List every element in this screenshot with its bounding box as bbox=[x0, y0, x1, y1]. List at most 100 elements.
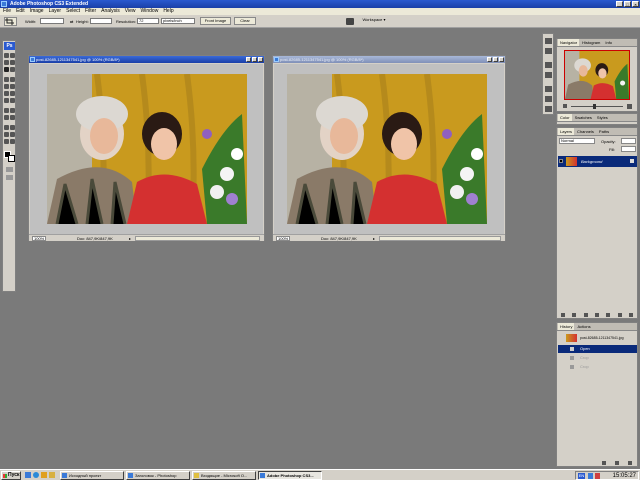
menu-image[interactable]: Image bbox=[30, 8, 44, 15]
tool-presets-panel-icon[interactable] bbox=[545, 106, 552, 112]
minimize-icon[interactable]: _ bbox=[616, 1, 623, 7]
quick-launch-desktop-icon[interactable] bbox=[25, 472, 31, 478]
zoom-tool-icon[interactable] bbox=[10, 139, 15, 144]
start-button[interactable]: Пуск bbox=[1, 471, 21, 480]
status-menu-arrow-icon[interactable]: ▸ bbox=[129, 235, 131, 242]
menu-select[interactable]: Select bbox=[66, 8, 80, 15]
history-item-crop-2[interactable]: Crop bbox=[558, 363, 637, 371]
front-image-button[interactable]: Front Image bbox=[200, 17, 231, 25]
3d-orbit-tool-icon[interactable] bbox=[10, 125, 15, 130]
document-window-2[interactable]: post-82685-1211347541.jpg @ 100% (RGB/8*… bbox=[272, 55, 506, 241]
quick-launch-explorer-icon[interactable] bbox=[49, 472, 55, 478]
blend-mode-select[interactable]: Normal bbox=[559, 138, 595, 144]
zoom-level-field[interactable]: 100% bbox=[276, 236, 290, 241]
adjustment-layer-icon[interactable] bbox=[594, 312, 599, 317]
quick-launch-ie-icon[interactable] bbox=[33, 472, 39, 478]
tab-paths[interactable]: Paths bbox=[596, 128, 612, 135]
history-snapshot-row[interactable]: post-82685-1211347541.jpg bbox=[558, 333, 637, 343]
status-menu-arrow-icon[interactable]: ▸ bbox=[373, 235, 375, 242]
tab-histogram[interactable]: Histogram bbox=[580, 39, 603, 46]
menu-edit[interactable]: Edit bbox=[16, 8, 25, 15]
width-input[interactable] bbox=[40, 18, 64, 24]
opacity-input[interactable] bbox=[621, 138, 636, 144]
tab-history[interactable]: History bbox=[558, 323, 575, 330]
height-input[interactable] bbox=[90, 18, 112, 24]
tab-layers[interactable]: Layers bbox=[558, 128, 575, 135]
new-layer-icon[interactable] bbox=[617, 312, 622, 317]
tray-icon[interactable] bbox=[588, 473, 593, 479]
resolution-input[interactable]: 72 bbox=[137, 18, 159, 24]
close-icon[interactable] bbox=[499, 57, 504, 62]
language-indicator[interactable]: EN bbox=[578, 473, 585, 479]
tab-color[interactable]: Color bbox=[558, 114, 572, 121]
dodge-tool-icon[interactable] bbox=[10, 98, 15, 103]
path-selection-tool-icon[interactable] bbox=[4, 115, 9, 120]
history-item-crop-1[interactable]: Crop bbox=[558, 354, 637, 362]
eye-icon[interactable] bbox=[559, 159, 563, 163]
taskbar-task-4[interactable]: Adobe Photoshop CS3... bbox=[258, 471, 322, 480]
taskbar-task-1[interactable]: Исходный проект bbox=[60, 471, 124, 480]
photo-image[interactable] bbox=[47, 74, 247, 224]
maximize-icon[interactable] bbox=[493, 57, 498, 62]
menu-filter[interactable]: Filter bbox=[85, 8, 96, 15]
quick-mask-icon[interactable] bbox=[6, 167, 13, 172]
taskbar-task-2[interactable]: Заголовок - Photoshop bbox=[126, 471, 190, 480]
minimize-icon[interactable] bbox=[487, 57, 492, 62]
photo-image[interactable] bbox=[287, 74, 487, 224]
document-titlebar[interactable]: post-82685-1211347541.jpg @ 100% (RGB/8*… bbox=[273, 56, 505, 63]
fill-input[interactable] bbox=[621, 146, 636, 152]
horizontal-scrollbar[interactable] bbox=[135, 236, 260, 241]
clone-source-panel-icon[interactable] bbox=[545, 72, 552, 78]
clone-stamp-tool-icon[interactable] bbox=[4, 84, 9, 89]
navigator-thumbnail[interactable] bbox=[564, 50, 630, 100]
new-group-icon[interactable] bbox=[606, 312, 611, 317]
layer-mask-icon[interactable] bbox=[583, 312, 588, 317]
delete-state-icon[interactable] bbox=[628, 460, 633, 465]
zoom-in-icon[interactable] bbox=[627, 104, 632, 109]
resolution-unit-select[interactable]: pixels/inch bbox=[161, 18, 195, 24]
zoom-level-field[interactable]: 100% bbox=[32, 236, 46, 241]
layer-row-background[interactable]: Background bbox=[558, 156, 637, 167]
blur-tool-icon[interactable] bbox=[4, 98, 9, 103]
horizontal-scrollbar[interactable] bbox=[379, 236, 501, 241]
history-item-open[interactable]: Open bbox=[558, 345, 637, 353]
taskbar-task-3[interactable]: Входящие - Microsoft O... bbox=[192, 471, 256, 480]
new-document-from-state-icon[interactable] bbox=[601, 460, 606, 465]
3d-rotate-tool-icon[interactable] bbox=[4, 125, 9, 130]
actions-panel-icon[interactable] bbox=[545, 48, 552, 54]
tab-swatches[interactable]: Swatches bbox=[572, 114, 594, 121]
background-color-swatch[interactable] bbox=[8, 155, 15, 162]
maximize-icon[interactable] bbox=[252, 57, 257, 62]
brushes-panel-icon[interactable] bbox=[545, 62, 552, 68]
new-snapshot-icon[interactable] bbox=[614, 460, 619, 465]
hand-tool-icon[interactable] bbox=[4, 139, 9, 144]
minimize-icon[interactable] bbox=[246, 57, 251, 62]
workspace-icon[interactable] bbox=[346, 18, 354, 25]
tray-icon[interactable] bbox=[595, 473, 600, 479]
quick-launch-media-icon[interactable] bbox=[41, 472, 47, 478]
document-canvas[interactable] bbox=[30, 64, 263, 234]
screen-mode-icon[interactable] bbox=[6, 175, 13, 180]
tab-actions[interactable]: Actions bbox=[575, 323, 593, 330]
zoom-out-icon[interactable] bbox=[563, 104, 567, 108]
paragraph-panel-icon[interactable] bbox=[545, 96, 552, 102]
notes-tool-icon[interactable] bbox=[4, 132, 9, 137]
gradient-tool-icon[interactable] bbox=[10, 91, 15, 96]
maximize-icon[interactable]: □ bbox=[624, 1, 631, 7]
navigator-zoom-slider[interactable] bbox=[563, 104, 633, 109]
tab-info[interactable]: Info bbox=[603, 39, 615, 46]
magic-wand-tool-icon[interactable] bbox=[10, 60, 15, 65]
menu-help[interactable]: Help bbox=[163, 8, 173, 15]
menu-analysis[interactable]: Analysis bbox=[101, 8, 120, 15]
tab-navigator[interactable]: Navigator bbox=[558, 39, 580, 46]
move-tool-icon[interactable] bbox=[4, 53, 9, 58]
tab-styles[interactable]: Styles bbox=[594, 114, 610, 121]
pen-tool-icon[interactable] bbox=[4, 108, 9, 113]
slice-tool-icon[interactable] bbox=[10, 67, 15, 72]
workspace-button[interactable]: Workspace ▾ bbox=[358, 17, 390, 25]
menu-window[interactable]: Window bbox=[141, 8, 159, 15]
layer-style-icon[interactable] bbox=[572, 312, 577, 317]
tab-channels[interactable]: Channels bbox=[575, 128, 596, 135]
menu-view[interactable]: View bbox=[125, 8, 136, 15]
lasso-tool-icon[interactable] bbox=[4, 60, 9, 65]
